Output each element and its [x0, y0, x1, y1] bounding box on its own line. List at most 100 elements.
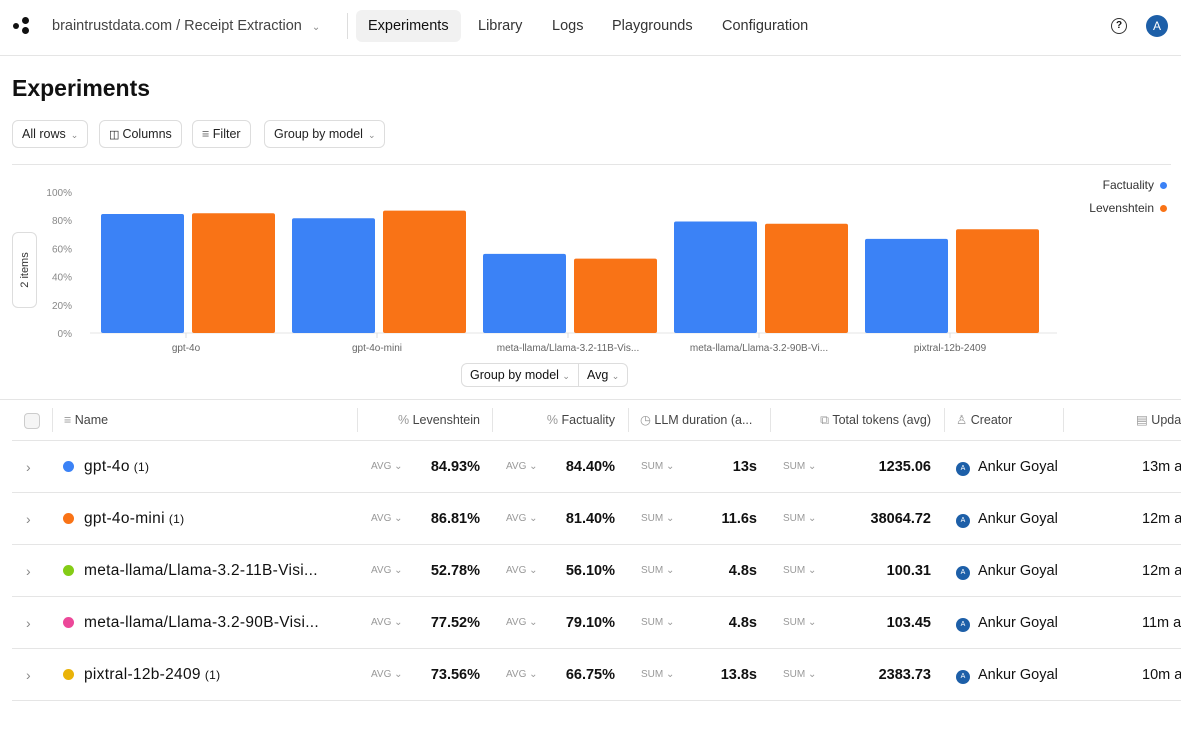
experiment-name[interactable]: meta-llama/Llama-3.2-11B-Visi... [63, 545, 322, 597]
factuality-aggregate-dropdown[interactable]: AVG ⌄ [506, 649, 538, 701]
nav-configuration[interactable]: Configuration [710, 10, 820, 42]
bar-levenshtein[interactable] [383, 210, 466, 333]
duration-value: 4.8s [728, 563, 757, 579]
creator: A Ankur Goyal [956, 545, 1058, 597]
all-rows-dropdown[interactable]: All rows ⌄ [12, 120, 89, 148]
chart-agg-dropdown[interactable]: Avg ⌄ [577, 364, 627, 386]
table-row[interactable]: › meta-llama/Llama-3.2-90B-Visi... AVG ⌄… [12, 596, 1181, 648]
nav-logs[interactable]: Logs [540, 10, 595, 42]
select-all-checkbox[interactable] [24, 400, 40, 440]
bar-factuality[interactable] [483, 253, 566, 333]
experiment-name[interactable]: gpt-4o (1) [63, 441, 149, 493]
updated-value: 11m a [1142, 615, 1181, 631]
bar-levenshtein[interactable] [192, 213, 275, 333]
duration-aggregate-dropdown[interactable]: SUM ⌄ [641, 441, 674, 493]
factuality-value: 79.10% [565, 615, 615, 631]
legend-levenshtein[interactable]: Levenshtein [1089, 201, 1167, 215]
bar-levenshtein[interactable] [765, 223, 848, 333]
table-row[interactable]: › gpt-4o (1) AVG ⌄ 84.93% AVG ⌄ 84.40% SUM … [12, 440, 1181, 492]
nav-playgrounds[interactable]: Playgrounds [600, 10, 705, 42]
duration-value: 13.8s [720, 667, 757, 683]
tokens-aggregate-dropdown[interactable]: SUM ⌄ [783, 649, 816, 701]
factuality-aggregate-dropdown[interactable]: AVG ⌄ [506, 597, 538, 649]
chevron-down-icon: ⌄ [70, 130, 79, 140]
tokens-aggregate-dropdown[interactable]: SUM ⌄ [783, 597, 816, 649]
color-dot [63, 513, 74, 524]
levenshtein-aggregate-dropdown[interactable]: AVG ⌄ [371, 597, 403, 649]
factuality-aggregate-dropdown[interactable]: AVG ⌄ [506, 441, 538, 493]
tokens-aggregate-dropdown[interactable]: SUM ⌄ [783, 441, 816, 493]
levenshtein-aggregate-dropdown[interactable]: AVG ⌄ [371, 545, 403, 597]
braintrust-logo-icon[interactable] [13, 17, 31, 35]
nav-library[interactable]: Library [466, 10, 534, 42]
bar-factuality[interactable] [101, 213, 184, 333]
expand-chevron-icon[interactable]: › [26, 441, 31, 493]
agg-label: AVG [371, 565, 392, 576]
chart-group-by-dropdown[interactable]: Group by model ⌄ [462, 364, 578, 386]
chevron-down-icon: ⌄ [562, 371, 570, 381]
duration-aggregate-dropdown[interactable]: SUM ⌄ [641, 597, 674, 649]
agg-label: SUM [641, 461, 664, 472]
group-by-dropdown[interactable]: Group by model ⌄ [264, 120, 386, 148]
table-bottom-border [12, 700, 1181, 701]
tokens-value: 103.45 [886, 615, 931, 631]
expand-chevron-icon[interactable]: › [26, 493, 31, 545]
table-row[interactable]: › gpt-4o-mini (1) AVG ⌄ 86.81% AVG ⌄ 81.40%… [12, 492, 1181, 544]
bar-factuality[interactable] [865, 238, 948, 333]
nav-experiments[interactable]: Experiments [356, 10, 461, 42]
experiment-name[interactable]: gpt-4o-mini (1) [63, 493, 184, 545]
column-header-creator[interactable]: ♙ Creator [956, 400, 1012, 440]
expand-chevron-icon[interactable]: › [26, 649, 31, 701]
creator-avatar: A [956, 670, 970, 684]
chevron-down-icon: ⌄ [311, 22, 321, 33]
duration-aggregate-dropdown[interactable]: SUM ⌄ [641, 545, 674, 597]
duration-aggregate-dropdown[interactable]: SUM ⌄ [641, 649, 674, 701]
duration-value: 11.6s [721, 511, 758, 527]
x-tick-label: gpt-4o [172, 343, 201, 354]
tokens-aggregate-dropdown[interactable]: SUM ⌄ [783, 493, 816, 545]
user-avatar[interactable]: A [1146, 15, 1168, 37]
duration-aggregate-dropdown[interactable]: SUM ⌄ [641, 493, 674, 545]
updated-value: 12m a [1142, 563, 1181, 579]
experiment-name[interactable]: pixtral-12b-2409 (1) [63, 649, 220, 701]
levenshtein-value: 73.56% [430, 667, 480, 683]
chevron-down-icon: ⌄ [367, 130, 376, 140]
tokens-aggregate-dropdown[interactable]: SUM ⌄ [783, 545, 816, 597]
creator-avatar: A [956, 566, 970, 580]
factuality-value: 84.40% [565, 459, 615, 475]
levenshtein-aggregate-dropdown[interactable]: AVG ⌄ [371, 493, 403, 545]
creator-avatar: A [956, 618, 970, 632]
table-row[interactable]: › meta-llama/Llama-3.2-11B-Visi... AVG ⌄… [12, 544, 1181, 596]
columns-label: Columns [122, 127, 172, 141]
agg-label: AVG [371, 461, 392, 472]
column-header-total-tokens[interactable]: ⧉ Total tokens (avg) [770, 400, 931, 440]
filter-button[interactable]: ≡ Filter [192, 120, 251, 148]
creator-name: Ankur Goyal [978, 511, 1058, 527]
help-icon[interactable]: ? [1111, 18, 1127, 34]
factuality-aggregate-dropdown[interactable]: AVG ⌄ [506, 493, 538, 545]
levenshtein-aggregate-dropdown[interactable]: AVG ⌄ [371, 441, 403, 493]
levenshtein-aggregate-dropdown[interactable]: AVG ⌄ [371, 649, 403, 701]
legend-swatch [1160, 182, 1167, 189]
bar-levenshtein[interactable] [574, 258, 657, 333]
creator-name: Ankur Goyal [978, 459, 1058, 475]
column-header-factuality[interactable]: % Factuality [492, 400, 615, 440]
column-header-updated[interactable]: ▤ Upda [1136, 400, 1181, 440]
factuality-aggregate-dropdown[interactable]: AVG ⌄ [506, 545, 538, 597]
column-header-name[interactable]: ≡ Name [64, 400, 108, 440]
levenshtein-value: 86.81% [430, 511, 480, 527]
table-row[interactable]: › pixtral-12b-2409 (1) AVG ⌄ 73.56% AVG ⌄ 6… [12, 648, 1181, 700]
columns-button[interactable]: ◫ Columns [99, 120, 182, 148]
expand-chevron-icon[interactable]: › [26, 597, 31, 649]
project-switcher[interactable]: braintrustdata.com / Receipt Extraction ⌄ [52, 18, 320, 34]
bar-factuality[interactable] [674, 221, 757, 333]
legend-factuality[interactable]: Factuality [1103, 178, 1167, 192]
tokens-icon: ⧉ [820, 413, 833, 427]
column-header-levenshtein[interactable]: % Levenshtein [357, 400, 480, 440]
bar-levenshtein[interactable] [956, 229, 1039, 333]
experiment-name[interactable]: meta-llama/Llama-3.2-90B-Visi... [63, 597, 323, 649]
expand-chevron-icon[interactable]: › [26, 545, 31, 597]
bar-factuality[interactable] [292, 218, 375, 333]
column-header-llm-duration[interactable]: ◷ LLM duration (a... [640, 400, 752, 440]
name-label: meta-llama/Llama-3.2-90B-Visi... [84, 614, 320, 631]
